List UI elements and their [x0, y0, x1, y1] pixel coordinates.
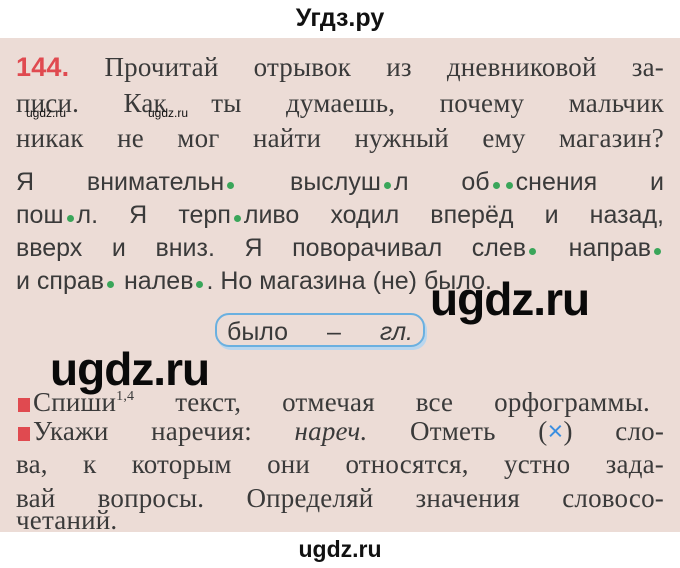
task-marker-icon — [18, 427, 30, 441]
watermark-small: ugdz.ru — [26, 106, 67, 120]
watermark-small: ugdz.ru — [148, 106, 189, 120]
question-line-3: никак не мог найти нужный ему магазин? — [16, 123, 664, 153]
missing-letter-dot-icon — [492, 182, 500, 189]
missing-letter-dot-icon — [233, 215, 241, 222]
missing-letter-dot-icon — [383, 182, 391, 189]
task-2-line-1: Укажи наречия: нареч. Отметь (×) сло- — [18, 414, 664, 448]
missing-letter-dot-icon — [505, 182, 513, 189]
question-line-2: писи. Как ты думаешь, почему мальчик — [16, 88, 664, 118]
word-box: было – гл. — [215, 313, 425, 347]
site-header: Угдз.ру — [0, 0, 680, 38]
missing-letter-dot-icon — [654, 248, 661, 255]
missing-letter-dot-icon — [66, 215, 74, 222]
missing-letter-dot-icon — [196, 281, 204, 288]
missing-letter-dot-icon — [529, 248, 537, 255]
task-marker-icon — [18, 398, 30, 412]
footer: ugdz.ru — [0, 532, 680, 568]
question-line-1: 144. Прочитай отрывок из дневниковой за- — [16, 52, 664, 82]
task-2-line-2: ва, к которым они относятся, устно зада- — [16, 449, 664, 479]
text-line-1: Я внимательн выслуш л об снения и — [16, 168, 664, 196]
missing-letter-dot-icon — [107, 281, 115, 288]
watermark-large: ugdz.ru — [430, 273, 590, 325]
text-line-3: вверх и вниз. Я поворачивал слев направ — [16, 231, 664, 265]
text-line-2: пош л. Я терп ливо ходил вперёд и назад, — [16, 201, 664, 229]
site-title: Угдз.ру — [295, 4, 385, 32]
exercise-number: 144. — [16, 52, 70, 82]
footer-watermark: ugdz.ru — [298, 536, 382, 562]
missing-letter-dot-icon — [227, 182, 235, 189]
cross-mark-icon: × — [547, 416, 564, 446]
